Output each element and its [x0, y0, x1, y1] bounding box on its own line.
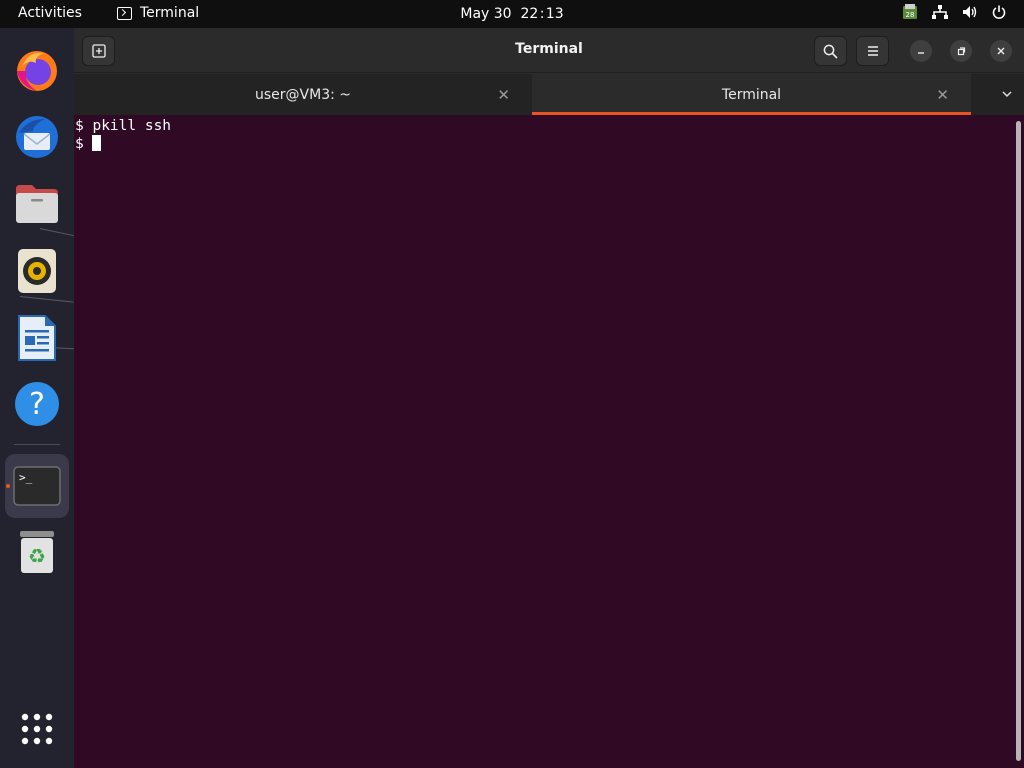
trash-icon: ♻	[20, 531, 54, 573]
volume-icon[interactable]	[962, 5, 978, 19]
minimize-icon	[918, 52, 924, 54]
wallpaper-streak	[19, 296, 74, 303]
terminal-window: Terminal user@VM3: ~ ✕ Terminal ✕ $ pkil…	[74, 28, 1024, 768]
dock-terminal[interactable]: >_	[5, 454, 69, 518]
dock-thunderbird[interactable]	[12, 112, 62, 162]
tab-list-dropdown[interactable]	[1000, 86, 1014, 105]
minimize-button[interactable]	[910, 40, 932, 62]
tab-terminal[interactable]: Terminal ✕	[532, 74, 971, 115]
dock-separator	[14, 444, 60, 445]
dock-help[interactable]: ?	[12, 379, 62, 429]
search-icon	[823, 44, 838, 59]
terminal-line: $ pkill ssh	[75, 118, 172, 134]
terminal-prompt-line: $	[75, 135, 1024, 153]
terminal-output[interactable]: $ pkill ssh $	[74, 115, 1024, 768]
svg-text:?: ?	[29, 387, 45, 422]
running-indicator	[6, 484, 10, 488]
network-icon[interactable]	[932, 5, 948, 19]
thunderbird-icon	[16, 116, 58, 158]
dock-trash[interactable]: ♻	[12, 527, 62, 577]
dock-rhythmbox[interactable]	[12, 246, 62, 296]
scrollbar[interactable]	[1016, 121, 1021, 761]
close-button[interactable]	[990, 40, 1012, 62]
restore-icon	[957, 47, 966, 56]
software-update-icon[interactable]: 28	[902, 4, 918, 20]
maximize-button[interactable]	[950, 40, 972, 62]
svg-text:♻: ♻	[28, 544, 46, 568]
menu-button[interactable]	[856, 36, 889, 66]
rhythmbox-icon	[18, 249, 56, 293]
firefox-icon	[17, 51, 57, 91]
dock-libreoffice-writer[interactable]	[12, 313, 62, 363]
chevron-down-icon	[1002, 91, 1012, 98]
terminal-prompt: $	[75, 136, 93, 152]
clock[interactable]: May 30 22 : 13	[0, 6, 1024, 22]
terminal-icon: >_	[13, 466, 61, 506]
search-button[interactable]	[814, 36, 847, 66]
close-icon	[997, 47, 1005, 55]
svg-text:28: 28	[906, 11, 915, 19]
tab-user-vm3[interactable]: user@VM3: ~ ✕	[74, 74, 532, 115]
tab-label: user@VM3: ~	[255, 86, 351, 103]
tab-close-icon[interactable]: ✕	[936, 86, 949, 104]
header-bar[interactable]: Terminal	[74, 28, 1024, 73]
dock: ? >_ ♻	[0, 28, 80, 768]
top-bar: Activities Terminal May 30 22 : 13 28	[0, 0, 1024, 28]
text-cursor	[92, 135, 102, 151]
tab-bar: user@VM3: ~ ✕ Terminal ✕	[74, 74, 1024, 115]
show-applications-button[interactable]	[12, 704, 62, 754]
writer-icon	[18, 315, 56, 361]
tab-label: Terminal	[721, 86, 782, 103]
files-icon	[16, 185, 58, 223]
tab-close-icon[interactable]: ✕	[497, 86, 510, 104]
power-icon[interactable]	[992, 5, 1006, 19]
dock-firefox[interactable]	[12, 45, 62, 95]
help-icon: ?	[15, 382, 59, 426]
svg-text:>_: >_	[19, 471, 33, 484]
system-tray[interactable]: 28	[902, 4, 1006, 20]
hamburger-menu-icon	[867, 46, 878, 56]
show-applications-icon	[21, 713, 53, 745]
dock-files[interactable]	[12, 179, 62, 229]
clock-date: May 30	[460, 6, 512, 22]
clock-time: 22 : 13	[520, 6, 564, 22]
